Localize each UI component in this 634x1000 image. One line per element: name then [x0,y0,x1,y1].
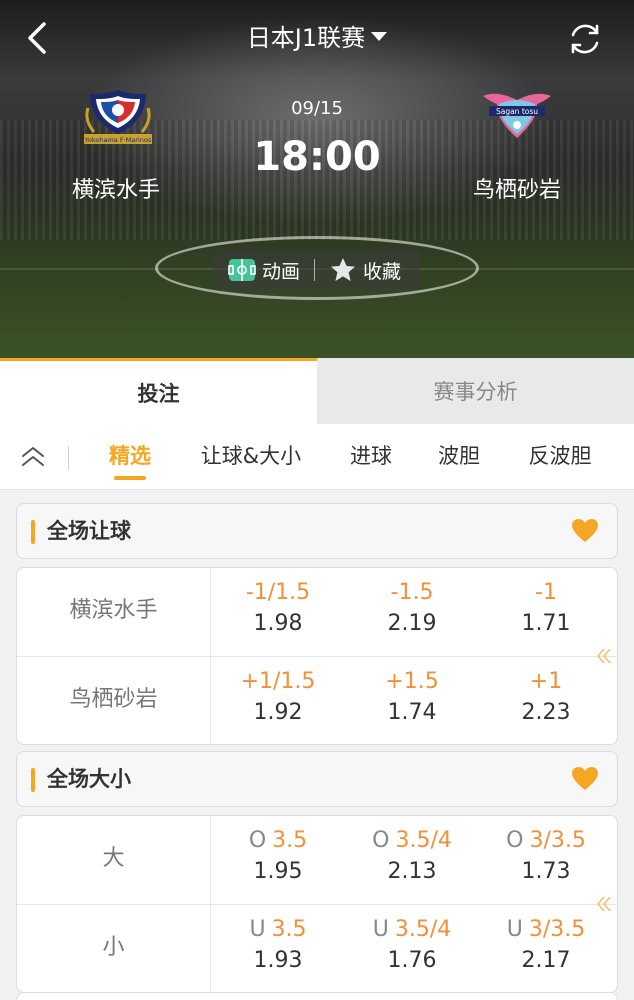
odds-value: 1.71 [521,611,571,636]
active-tab-indicator [114,476,146,480]
odds-cell[interactable]: +1 2.23 [479,667,613,729]
odds-value: 1.76 [387,948,437,973]
odds-value: 2.23 [521,700,571,725]
totals-title: 全场大小 [47,767,131,791]
odds-cell[interactable]: -1/1.5 1.98 [211,578,345,640]
odds-value: 1.93 [253,948,303,973]
over-under-prefix: O [506,828,524,853]
handicap-odds-table: 横滨水手 -1/1.5 1.98 -1.5 2.19 -1 1.71 鸟栖砂岩 … [16,567,618,745]
odds-value: 1.73 [521,859,571,884]
action-divider [314,259,316,281]
odds-cell[interactable]: U 3.5 1.93 [211,915,345,977]
handicap-line: +1 [529,669,563,694]
tab-reverse-correct-score[interactable]: 反波胆 [513,424,607,490]
over-under-prefix: U [249,917,266,942]
odds-cell[interactable]: +1/1.5 1.92 [211,667,345,729]
handicap-line: +1.5 [385,669,439,694]
odds-cell[interactable]: -1.5 2.19 [345,578,479,640]
odds-cell[interactable]: -1 1.71 [479,578,613,640]
tab-handicap-totals[interactable]: 让球&大小 [186,424,316,490]
heart-icon[interactable] [571,518,599,544]
odds-value: 1.92 [253,700,303,725]
totals-row-over: 大 O 3.5 1.95 O 3.5/4 2.13 O 3/3.5 1.73 [17,816,617,905]
animation-button[interactable]: 动画 [228,249,300,291]
league-selector[interactable]: 日本J1联赛 [0,18,634,53]
total-line: 3.5 [271,917,307,942]
tab-bet[interactable]: 投注 [0,358,317,424]
odds-value: 2.19 [387,611,437,636]
total-line: 3/3.5 [529,828,586,853]
handicap-row-home: 横滨水手 -1/1.5 1.98 -1.5 2.19 -1 1.71 [17,568,617,657]
total-line: 3.5/4 [394,917,452,942]
tab-featured-label: 精选 [109,444,151,468]
row-label: 鸟栖砂岩 [17,657,211,744]
tab-correct-score[interactable]: 波胆 [423,424,495,490]
totals-section-header[interactable]: 全场大小 [16,751,618,807]
total-line: 3.5 [272,828,308,853]
handicap-row-away: 鸟栖砂岩 +1/1.5 1.92 +1.5 1.74 +1 2.23 [17,657,617,744]
handicap-line: -1 [535,580,557,605]
pitch-icon [228,259,256,281]
match-date: 09/15 [291,98,343,119]
league-title: 日本J1联赛 [246,24,366,52]
odds-cell[interactable]: U 3/3.5 2.17 [479,915,613,977]
star-icon [331,258,356,281]
handicap-section-header[interactable]: 全场让球 [16,503,618,559]
totals-row-under: 小 U 3.5 1.93 U 3.5/4 1.76 U 3/3.5 2.17 [17,905,617,992]
row-label: 小 [17,905,211,992]
tab-analysis[interactable]: 赛事分析 [317,358,634,424]
main-tabs: 投注 赛事分析 [0,358,634,424]
total-line: 3.5/4 [395,828,452,853]
odds-cell[interactable]: O 3.5 1.95 [211,826,345,888]
tab-goals[interactable]: 进球 [335,424,407,490]
row-label: 横滨水手 [17,568,211,657]
section-accent-bar [31,768,35,792]
heart-icon[interactable] [571,766,599,792]
totals-odds-table: 大 O 3.5 1.95 O 3.5/4 2.13 O 3/3.5 1.73 小 U3… [16,815,618,993]
odds-value: 1.74 [387,700,437,725]
handicap-line: -1.5 [390,580,434,605]
favorite-button[interactable]: 收藏 [329,249,401,291]
handicap-line: -1/1.5 [245,580,311,605]
favorite-label: 收藏 [363,260,402,283]
handicap-title: 全场让球 [47,519,131,543]
over-under-prefix: U [372,917,389,942]
odds-value: 1.95 [253,859,303,884]
odds-value: 1.98 [253,611,303,636]
odds-cell[interactable]: O 3/3.5 1.73 [479,826,613,888]
odds-value: 2.17 [521,948,571,973]
total-line: 3/3.5 [528,917,586,942]
handicap-line: +1/1.5 [240,669,316,694]
match-time: 18:00 [253,134,381,180]
refresh-icon[interactable] [566,20,604,58]
next-section-edge [16,992,618,1000]
over-under-prefix: O [248,828,267,853]
animation-label: 动画 [262,260,301,283]
odds-cell[interactable]: U 3.5/4 1.76 [345,915,479,977]
match-actions: 动画 收藏 [214,249,420,291]
odds-value: 2.13 [387,859,437,884]
odds-cell[interactable]: +1.5 1.74 [345,667,479,729]
more-lines-icon[interactable] [595,894,615,914]
over-under-prefix: O [372,828,390,853]
market-tabs: 精选 让球&大小 进球 波胆 反波胆 [0,424,634,490]
tab-featured[interactable]: 精选 [95,424,165,490]
dropdown-caret-icon [371,32,388,41]
tab-divider [68,446,69,470]
odds-cell[interactable]: O 3.5/4 2.13 [345,826,479,888]
row-label: 大 [17,816,211,905]
over-under-prefix: U [506,917,523,942]
section-accent-bar [31,520,35,544]
collapse-icon[interactable] [18,444,48,470]
match-header: 日本J1联赛 Yokohama F·Marinos 横滨水手 Sagan tos… [0,0,634,358]
more-lines-icon[interactable] [595,646,615,666]
